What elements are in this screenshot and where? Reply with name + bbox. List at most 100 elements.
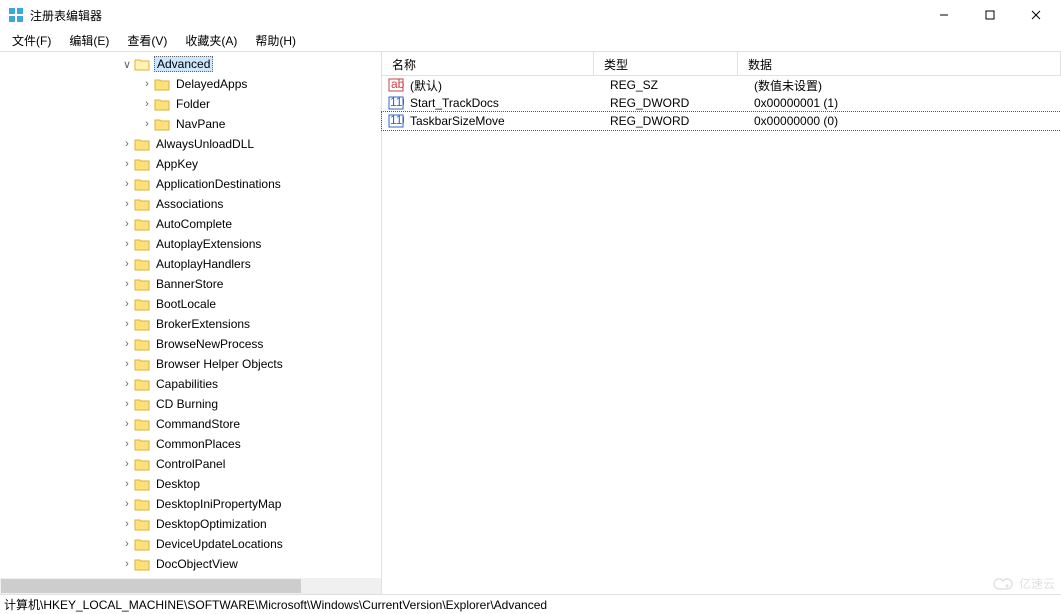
- tree-node-controlpanel[interactable]: ›ControlPanel: [0, 454, 381, 474]
- expander-icon[interactable]: ›: [120, 458, 134, 470]
- tree-node-label: BrowseNewProcess: [154, 337, 265, 351]
- tree-node-advanced[interactable]: ∨ Advanced: [0, 54, 381, 74]
- menu-view[interactable]: 查看(V): [119, 30, 175, 51]
- expander-icon[interactable]: ›: [120, 558, 134, 570]
- menu-file[interactable]: 文件(F): [4, 30, 59, 51]
- tree-panel[interactable]: ∨ Advanced ›DelayedApps›Folder › NavPane ›Alw…: [0, 52, 382, 594]
- tree-node-capabilities[interactable]: › Capabilities: [0, 374, 381, 394]
- list-row[interactable]: 110Start_TrackDocsREG_DWORD0x00000001 (1…: [382, 94, 1061, 112]
- tree-node-commandstore[interactable]: ›CommandStore: [0, 414, 381, 434]
- expander-icon[interactable]: ›: [120, 538, 134, 550]
- expander-icon[interactable]: ›: [140, 118, 154, 130]
- tree-node-autoplayhandlers[interactable]: › AutoplayHandlers: [0, 254, 381, 274]
- expander-icon[interactable]: ›: [120, 198, 134, 210]
- folder-icon: [134, 297, 150, 311]
- tree-node-bootlocale[interactable]: ›BootLocale: [0, 294, 381, 314]
- tree-node-browsenewprocess[interactable]: › BrowseNewProcess: [0, 334, 381, 354]
- expander-icon[interactable]: ›: [120, 218, 134, 230]
- folder-icon: [134, 177, 150, 191]
- expander-icon[interactable]: ›: [120, 398, 134, 410]
- close-button[interactable]: [1013, 0, 1059, 30]
- expander-icon[interactable]: ›: [120, 518, 134, 530]
- expander-icon[interactable]: ∨: [120, 58, 134, 71]
- cell-type: REG_SZ: [610, 78, 754, 92]
- tree-node-browser-helper-objects[interactable]: ›Browser Helper Objects: [0, 354, 381, 374]
- tree-node-appkey[interactable]: › AppKey: [0, 154, 381, 174]
- expander-icon[interactable]: ›: [120, 418, 134, 430]
- expander-icon[interactable]: ›: [120, 158, 134, 170]
- list-row[interactable]: 110TaskbarSizeMoveREG_DWORD0x00000000 (0…: [382, 112, 1061, 130]
- tree-node-cd-burning[interactable]: ›CD Burning: [0, 394, 381, 414]
- expander-icon[interactable]: ›: [120, 238, 134, 250]
- expander-icon[interactable]: ›: [120, 498, 134, 510]
- tree-node-commonplaces[interactable]: › CommonPlaces: [0, 434, 381, 454]
- tree-node-desktop[interactable]: › Desktop: [0, 474, 381, 494]
- tree-node-brokerextensions[interactable]: › BrokerExtensions: [0, 314, 381, 334]
- expander-icon[interactable]: ›: [120, 278, 134, 290]
- tree-node-label: NavPane: [174, 117, 227, 131]
- col-data[interactable]: 数据: [738, 52, 1061, 75]
- tree-node-delayedapps[interactable]: ›DelayedApps: [0, 74, 381, 94]
- folder-icon: [134, 257, 150, 271]
- maximize-button[interactable]: [967, 0, 1013, 30]
- expander-icon[interactable]: ›: [120, 338, 134, 350]
- tree-node-associations[interactable]: ›Associations: [0, 194, 381, 214]
- folder-icon: [134, 357, 150, 371]
- expander-icon[interactable]: ›: [120, 298, 134, 310]
- col-type[interactable]: 类型: [594, 52, 738, 75]
- expander-icon[interactable]: ›: [140, 78, 154, 90]
- expander-icon[interactable]: ›: [120, 258, 134, 270]
- expander-icon[interactable]: ›: [120, 478, 134, 490]
- tree-node-label: Advanced: [154, 56, 213, 72]
- tree-node-autocomplete[interactable]: ›AutoComplete: [0, 214, 381, 234]
- folder-icon: [134, 377, 150, 391]
- menu-favorites[interactable]: 收藏夹(A): [177, 30, 245, 51]
- folder-icon: [154, 77, 170, 91]
- expander-icon[interactable]: ›: [120, 438, 134, 450]
- tree-node-folder[interactable]: ›Folder: [0, 94, 381, 114]
- cell-type: REG_DWORD: [610, 96, 754, 110]
- folder-icon: [134, 417, 150, 431]
- tree-node-label: AutoplayExtensions: [154, 237, 263, 251]
- folder-icon: [134, 477, 150, 491]
- menu-help[interactable]: 帮助(H): [247, 30, 304, 51]
- tree-hscrollbar[interactable]: [0, 578, 381, 594]
- tree-node-label: CommonPlaces: [154, 437, 243, 451]
- tree-node-deviceupdatelocations[interactable]: ›DeviceUpdateLocations: [0, 534, 381, 554]
- menu-edit[interactable]: 编辑(E): [61, 30, 117, 51]
- tree-node-autoplayextensions[interactable]: › AutoplayExtensions: [0, 234, 381, 254]
- tree-node-label: AppKey: [154, 157, 200, 171]
- tree-node-bannerstore[interactable]: ›BannerStore: [0, 274, 381, 294]
- cell-data: (数值未设置): [754, 77, 1055, 94]
- tree-node-label: DesktopIniPropertyMap: [154, 497, 283, 511]
- value-icon: 110: [388, 95, 404, 111]
- expander-icon[interactable]: ›: [120, 378, 134, 390]
- tree-node-navpane[interactable]: › NavPane: [0, 114, 381, 134]
- tree-node-desktopinipropertymap[interactable]: › DesktopIniPropertyMap: [0, 494, 381, 514]
- expander-icon[interactable]: ›: [120, 318, 134, 330]
- tree-node-alwaysunloaddll[interactable]: ›AlwaysUnloadDLL: [0, 134, 381, 154]
- expander-icon[interactable]: ›: [120, 358, 134, 370]
- expander-icon[interactable]: ›: [120, 138, 134, 150]
- expander-icon[interactable]: ›: [120, 178, 134, 190]
- expander-icon[interactable]: ›: [140, 98, 154, 110]
- value-icon: ab: [388, 77, 404, 93]
- tree-node-label: Capabilities: [154, 377, 220, 391]
- tree-node-label: AutoplayHandlers: [154, 257, 253, 271]
- folder-icon: [134, 237, 150, 251]
- folder-icon: [134, 157, 150, 171]
- col-name[interactable]: 名称: [382, 52, 594, 75]
- cell-name: (默认): [410, 77, 610, 94]
- tree-node-applicationdestinations[interactable]: › ApplicationDestinations: [0, 174, 381, 194]
- watermark: 亿速云: [993, 575, 1055, 592]
- tree-node-label: DesktopOptimization: [154, 517, 269, 531]
- tree-node-label: Desktop: [154, 477, 202, 491]
- folder-icon: [134, 57, 150, 71]
- tree-node-label: BrokerExtensions: [154, 317, 252, 331]
- minimize-button[interactable]: [921, 0, 967, 30]
- tree-node-label: ApplicationDestinations: [154, 177, 283, 191]
- tree-node-docobjectview[interactable]: ›DocObjectView: [0, 554, 381, 574]
- tree-node-desktopoptimization[interactable]: › DesktopOptimization: [0, 514, 381, 534]
- folder-icon: [134, 397, 150, 411]
- list-row[interactable]: ab (默认)REG_SZ(数值未设置): [382, 76, 1061, 94]
